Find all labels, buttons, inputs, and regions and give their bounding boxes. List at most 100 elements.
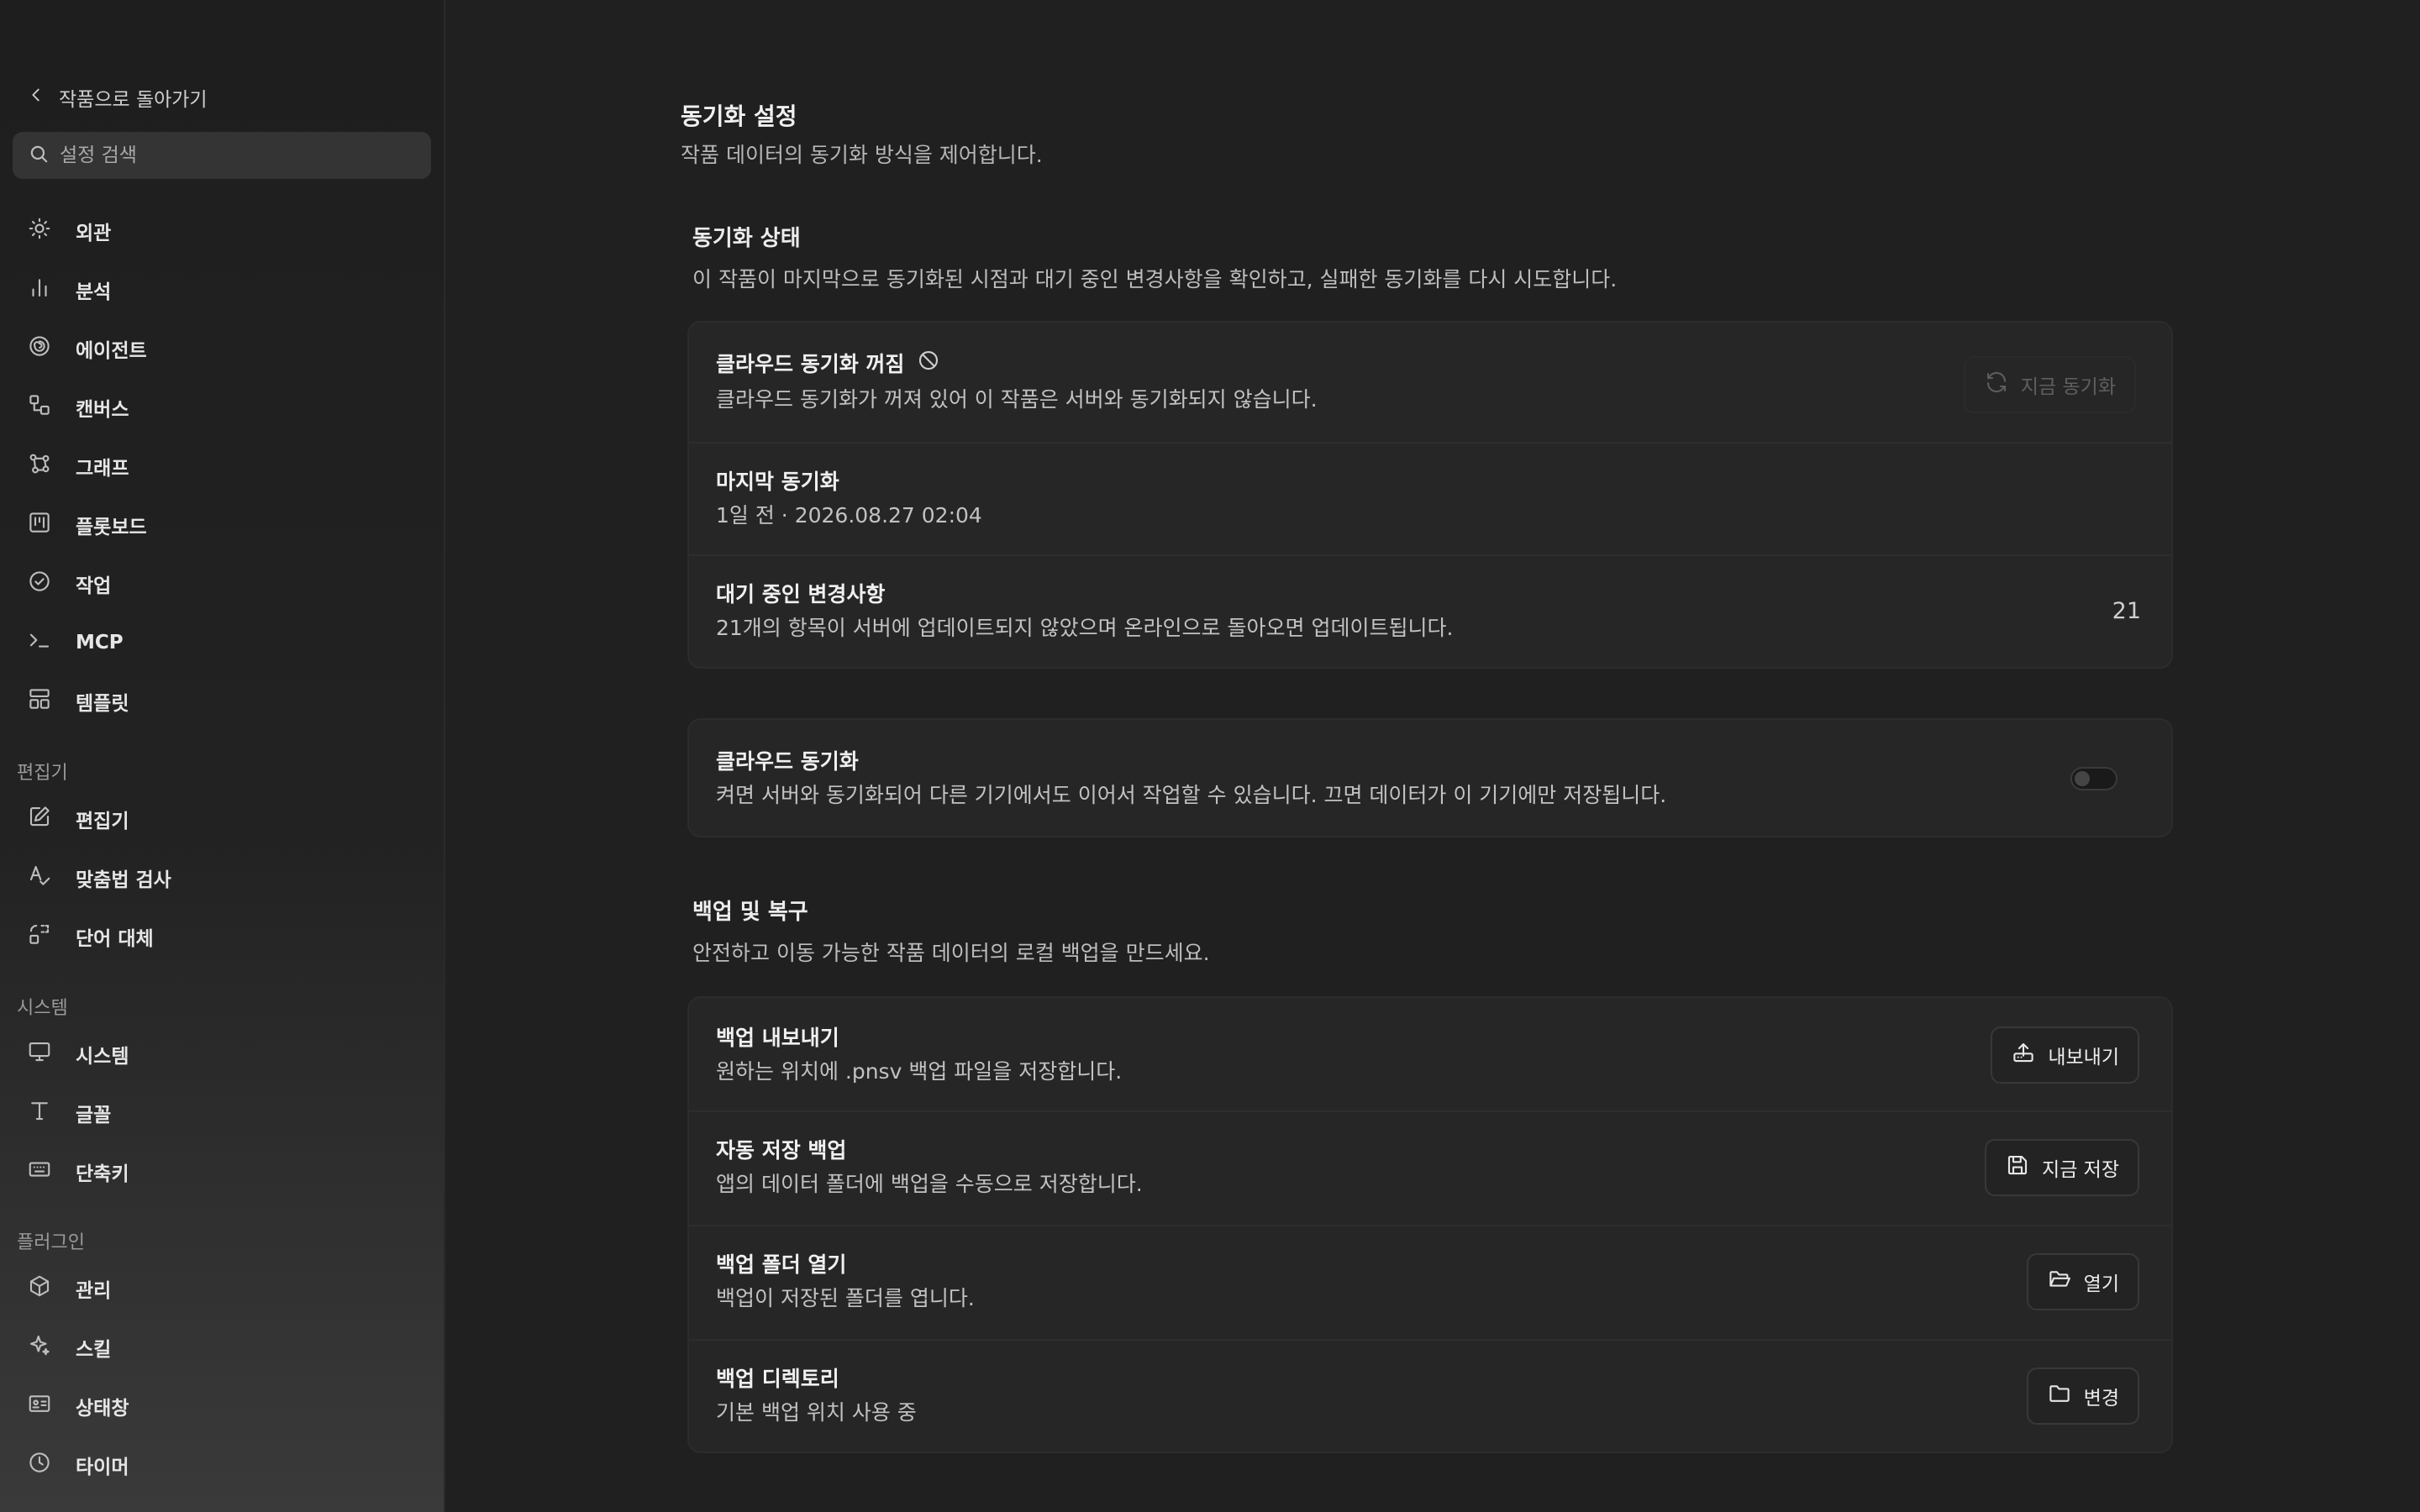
settings-search[interactable]	[13, 132, 431, 179]
sidebar-item-label: 관리	[76, 1280, 112, 1302]
page-title: 동기화 설정	[681, 102, 797, 130]
sidebar-item-editor[interactable]: 편집기	[27, 802, 129, 836]
sidebar-item-label: 에이전트	[76, 340, 147, 362]
autosave-backup-title: 자동 저장 백업	[716, 1138, 847, 1163]
backup-directory-title: 백업 디렉토리	[716, 1367, 839, 1391]
change-directory-button[interactable]: 변경	[2026, 1368, 2139, 1425]
search-input[interactable]	[60, 144, 413, 166]
spiral-icon	[27, 333, 52, 364]
open-label: 열기	[2083, 1273, 2119, 1295]
chevron-left-icon	[27, 86, 45, 109]
sidebar-item-label: 캔버스	[76, 399, 129, 421]
sidebar-item-graph[interactable]: 그래프	[27, 449, 129, 483]
refresh-icon	[1984, 370, 2009, 400]
last-sync-title: 마지막 동기화	[716, 470, 839, 494]
cloud-sync-description: 켜면 서버와 동기화되어 다른 기기에서도 이어서 작업할 수 있습니다. 끄면…	[716, 783, 1667, 807]
cloud-sync-toggle[interactable]	[2070, 767, 2118, 790]
cloud-sync-title: 클라우드 동기화	[716, 749, 859, 774]
sync-now-label: 지금 동기화	[2020, 376, 2116, 398]
sidebar-item-analytics[interactable]: 분석	[27, 273, 111, 307]
sidebar-item-label: MCP	[76, 632, 124, 654]
cloud-off-description: 클라우드 동기화가 꺼져 있어 이 작품은 서버와 동기화되지 않습니다.	[716, 387, 1318, 412]
ban-icon	[916, 348, 941, 378]
cloud-off-title: 클라우드 동기화 꺼짐	[716, 352, 905, 376]
sidebar: 작품으로 돌아가기 외관 분석 에이전트 캔버스 그래프	[0, 0, 445, 1512]
shapes-icon	[27, 392, 52, 423]
pending-changes-title: 대기 중인 변경사항	[716, 582, 886, 606]
sidebar-item-label: 글꼴	[76, 1105, 112, 1126]
open-backup-folder-title: 백업 폴더 열기	[716, 1252, 847, 1277]
sidebar-item-tasks[interactable]: 작업	[27, 567, 111, 601]
open-backup-folder-description: 백업이 저장된 폴더를 엽니다.	[716, 1286, 975, 1310]
sidebar-item-fonts[interactable]: 글꼴	[27, 1096, 111, 1130]
sidebar-item-timer[interactable]: 타이머	[27, 1448, 129, 1482]
export-button[interactable]: 내보내기	[1991, 1026, 2139, 1084]
edit-icon	[27, 804, 52, 834]
open-folder-button[interactable]: 열기	[2026, 1253, 2139, 1310]
folder-open-icon	[2047, 1267, 2072, 1297]
pending-changes-row: 대기 중인 변경사항 21개의 항목이 서버에 업데이트되지 않았으며 온라인으…	[689, 556, 2171, 669]
sidebar-item-skills[interactable]: 스킬	[27, 1331, 111, 1364]
sidebar-item-label: 분석	[76, 281, 112, 303]
save-now-label: 지금 저장	[2042, 1159, 2119, 1181]
backup-card: 백업 내보내기 원하는 위치에 .pnsv 백업 파일을 저장합니다. 내보내기…	[687, 996, 2173, 1453]
kanban-icon	[27, 510, 52, 540]
monitor-icon	[27, 1039, 52, 1069]
save-icon	[2005, 1152, 2030, 1183]
sidebar-item-appearance[interactable]: 외관	[27, 214, 111, 248]
sidebar-item-spellcheck[interactable]: 맞춤법 검사	[27, 861, 171, 895]
section-title-editor: 편집기	[17, 763, 68, 784]
sidebar-item-label: 플롯보드	[76, 517, 147, 538]
pending-count: 21	[2112, 598, 2141, 624]
sidebar-item-templates[interactable]: 템플릿	[27, 685, 129, 718]
sidebar-item-label: 편집기	[76, 811, 129, 832]
sidebar-item-label: 스킬	[76, 1339, 112, 1361]
sidebar-item-label: 맞춤법 검사	[76, 869, 171, 891]
sidebar-item-label: 상태창	[76, 1398, 129, 1420]
last-sync-value: 1일 전 · 2026.08.27 02:04	[716, 503, 982, 528]
sidebar-item-label: 타이머	[76, 1457, 129, 1478]
sidebar-item-plotboard[interactable]: 플롯보드	[27, 508, 147, 542]
export-backup-row: 백업 내보내기 원하는 위치에 .pnsv 백업 파일을 저장합니다. 내보내기	[689, 998, 2171, 1110]
spellcheck-icon	[27, 863, 52, 893]
id-card-icon	[27, 1391, 52, 1421]
save-now-button[interactable]: 지금 저장	[1985, 1139, 2139, 1196]
sidebar-item-label: 작업	[76, 575, 112, 597]
export-backup-description: 원하는 위치에 .pnsv 백업 파일을 저장합니다.	[716, 1059, 1123, 1084]
sync-status-title: 동기화 상태	[692, 226, 801, 251]
cloud-sync-card: 클라우드 동기화 켜면 서버와 동기화되어 다른 기기에서도 이어서 작업할 수…	[687, 718, 2173, 837]
backup-description: 안전하고 이동 가능한 작품 데이터의 로컬 백업을 만드세요.	[692, 941, 1210, 965]
autosave-backup-description: 앱의 데이터 폴더에 백업을 수동으로 저장합니다.	[716, 1172, 1143, 1196]
sidebar-item-canvas[interactable]: 캔버스	[27, 391, 129, 424]
page-description: 작품 데이터의 동기화 방식을 제어합니다.	[681, 143, 1043, 167]
back-to-work-link[interactable]: 작품으로 돌아가기	[27, 82, 208, 113]
sidebar-item-label: 단어 대체	[76, 928, 154, 950]
package-icon	[27, 1273, 52, 1304]
replace-icon	[27, 921, 52, 952]
change-label: 변경	[2083, 1388, 2119, 1410]
layout-icon	[27, 686, 52, 717]
sync-status-card: 클라우드 동기화 꺼짐 클라우드 동기화가 꺼져 있어 이 작품은 서버와 동기…	[687, 321, 2173, 669]
sidebar-item-agent[interactable]: 에이전트	[27, 332, 147, 365]
sync-now-button[interactable]: 지금 동기화	[1963, 356, 2136, 413]
main-content: 동기화 설정 작품 데이터의 동기화 방식을 제어합니다. 동기화 상태 이 작…	[447, 0, 2420, 1512]
graph-icon	[27, 451, 52, 481]
sidebar-item-shortcuts[interactable]: 단축키	[27, 1155, 129, 1189]
sidebar-item-statusbar[interactable]: 상태창	[27, 1389, 129, 1423]
sidebar-item-label: 템플릿	[76, 693, 129, 715]
type-icon	[27, 1098, 52, 1128]
last-sync-row: 마지막 동기화 1일 전 · 2026.08.27 02:04	[689, 444, 2171, 554]
backup-title: 백업 및 복구	[692, 900, 808, 925]
sidebar-item-word-replace[interactable]: 단어 대체	[27, 920, 154, 953]
sidebar-item-mcp[interactable]: MCP	[27, 626, 124, 659]
sidebar-item-manage[interactable]: 관리	[27, 1272, 111, 1305]
backup-directory-row: 백업 디렉토리 기본 백업 위치 사용 중 변경	[689, 1341, 2171, 1453]
sidebar-item-label: 그래프	[76, 458, 129, 480]
export-label: 내보내기	[2048, 1047, 2119, 1068]
sidebar-item-label: 외관	[76, 223, 112, 244]
search-icon	[28, 143, 50, 168]
section-title-plugins: 플러그인	[17, 1232, 85, 1253]
sun-icon	[27, 216, 52, 246]
cloud-off-row: 클라우드 동기화 꺼짐 클라우드 동기화가 꺼져 있어 이 작품은 서버와 동기…	[689, 323, 2171, 442]
sidebar-item-system[interactable]: 시스템	[27, 1037, 129, 1071]
